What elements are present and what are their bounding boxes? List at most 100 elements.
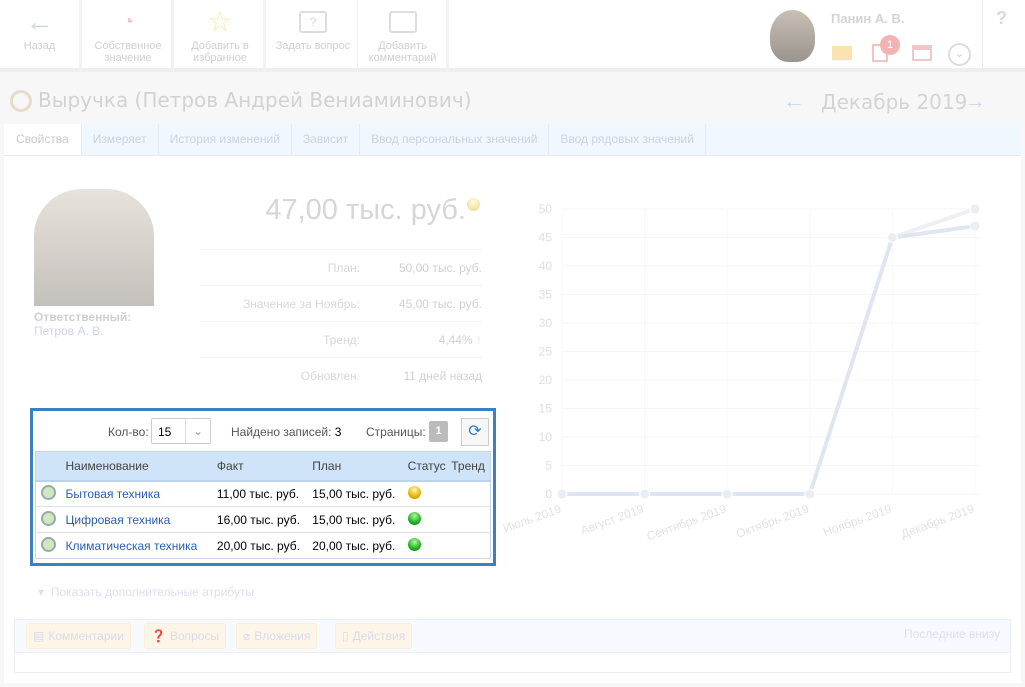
current-value: 47,00 тыс. руб.	[265, 194, 466, 226]
chevron-down-icon: ⌄	[185, 419, 210, 443]
row-link[interactable]: Бытовая техника	[66, 487, 161, 501]
y-tick-label: 30	[539, 316, 553, 330]
comment-icon: ▤	[33, 629, 45, 643]
comments-button[interactable]: ▤ Комментарии	[26, 623, 131, 649]
y-tick-label: 5	[545, 459, 552, 473]
refresh-icon[interactable]: ⟳	[461, 418, 489, 446]
col-fact[interactable]: Факт	[216, 451, 313, 482]
y-tick-label: 15	[539, 402, 553, 416]
responsible-link[interactable]: Петров А. В.	[34, 324, 103, 338]
tab-history[interactable]: История изменений	[159, 124, 292, 155]
data-point	[556, 488, 568, 500]
status-yellow-icon	[467, 198, 480, 211]
page-1-button[interactable]: 1	[429, 421, 448, 442]
triangle-down-icon: ▾	[38, 585, 45, 599]
data-point	[804, 488, 816, 500]
data-point	[969, 203, 981, 215]
show-more-attributes[interactable]: ▾ Показать дополнительные атрибуты	[38, 585, 254, 599]
page-size-select[interactable]: 15 ⌄	[151, 418, 211, 444]
info-row-updated: Обновлен: 11 дней назад	[200, 357, 482, 393]
sub-kpi-table: Наименование Факт План Статус Тренд Бытовая …	[35, 451, 491, 559]
help-button[interactable]: ?	[996, 8, 1007, 29]
ask-question-button[interactable]: ? Задать вопрос	[269, 0, 358, 72]
responsible-label: Ответственный:	[34, 310, 132, 324]
info-row-plan: План: 50,00 тыс. руб.	[200, 249, 482, 285]
calendar-icon[interactable]	[912, 45, 932, 61]
y-tick-label: 45	[539, 231, 553, 245]
status-green-icon	[407, 506, 452, 533]
data-point	[639, 488, 651, 500]
y-tick-label: 20	[539, 373, 553, 387]
trend-up-icon: ↑	[476, 332, 482, 347]
col-status[interactable]: Статус	[407, 451, 452, 482]
data-point	[886, 232, 898, 243]
kpi-icon	[41, 536, 56, 552]
y-tick-label: 10	[539, 430, 553, 444]
prev-period-button[interactable]: ←	[783, 88, 805, 114]
tab-row-input[interactable]: Ввод рядовых значений	[549, 124, 706, 155]
info-row-prev: Значение за Ноябрь: 45,00 тыс. руб.	[200, 285, 482, 321]
question-bubble-icon: ?	[269, 8, 357, 36]
questions-button[interactable]: ❓ Вопросы	[144, 623, 227, 649]
table-header: Наименование Факт План Статус Тренд	[35, 451, 491, 482]
info-row-trend: Тренд: 4,44% ↑	[200, 321, 482, 357]
arrow-left-icon: ←	[25, 6, 54, 37]
kpi-icon	[41, 484, 56, 500]
history-chart: 0 5 10 15 20 25 30 35 40 45 50 Июль 2019 Август 2019…	[501, 202, 981, 544]
found-count: Найдено записей: 3	[231, 425, 342, 439]
table-row: Климатическая техника 20,00 тыс. руб. 20,0…	[35, 532, 491, 559]
tab-measures[interactable]: Измеряет	[82, 124, 159, 155]
star-icon: ☆	[207, 6, 233, 37]
y-tick-label: 50	[539, 202, 553, 216]
x-tick-label: Август 2019	[579, 502, 646, 538]
tab-personal-input[interactable]: Ввод персональных значений	[360, 124, 550, 155]
notification-badge: 1	[880, 35, 900, 55]
sort-order-toggle[interactable]: Последние внизу	[904, 627, 1000, 641]
col-trend[interactable]: Тренд	[451, 451, 491, 482]
row-link[interactable]: Цифровая техника	[66, 513, 171, 527]
user-avatar[interactable]	[770, 10, 815, 62]
tab-depends[interactable]: Зависит	[292, 124, 361, 155]
tab-bar: Свойства Измеряет История изменений Зави…	[4, 124, 1021, 156]
back-button[interactable]: ← Назад	[0, 0, 82, 72]
data-point	[721, 488, 733, 500]
kpi-icon	[41, 510, 56, 526]
data-point	[969, 220, 981, 232]
divider	[982, 0, 983, 72]
actions-button[interactable]: ▯ Действия	[335, 623, 413, 649]
y-tick-label: 35	[539, 288, 553, 302]
y-tick-label: 25	[539, 345, 553, 359]
chevron-down-icon[interactable]: ⌄	[948, 43, 971, 66]
user-name[interactable]: Панин А. В.	[831, 11, 905, 26]
attachments-button[interactable]: ⌀ Вложения	[236, 623, 318, 649]
favorite-button[interactable]: ☆ Добавить в избранное	[177, 0, 266, 72]
responsible-photo	[34, 189, 154, 306]
document-icon: ▯	[342, 629, 349, 643]
count-label: Кол-во:	[108, 425, 149, 439]
table-row: Бытовая техника 11,00 тыс. руб. 15,00 тыс.…	[35, 480, 491, 507]
status-yellow-icon	[407, 480, 452, 507]
y-tick-label: 40	[539, 259, 553, 273]
question-icon: ❓	[151, 629, 166, 643]
status-green-icon	[407, 532, 452, 559]
page-title: Выручка (Петров Андрей Вениаминович)	[38, 88, 472, 112]
col-plan[interactable]: План	[312, 451, 408, 482]
paperclip-icon: ⌀	[243, 629, 251, 643]
next-period-button[interactable]: →	[964, 88, 986, 114]
col-name[interactable]: Наименование	[65, 451, 217, 482]
comment-icon	[359, 8, 446, 36]
x-tick-label: Июль 2019	[501, 502, 563, 536]
own-value-button[interactable]: ◔ Собственное значение	[85, 0, 174, 72]
tab-properties[interactable]: Свойства	[4, 124, 82, 155]
mail-icon[interactable]	[832, 46, 852, 60]
gauge-users-icon: ◔	[121, 11, 135, 33]
pages-label: Страницы:	[366, 425, 426, 439]
kpi-icon	[10, 90, 32, 112]
x-tick-label: Декабрь 2019	[899, 502, 976, 542]
y-tick-label: 0	[545, 487, 552, 501]
row-link[interactable]: Климатическая техника	[66, 539, 198, 553]
x-tick-label: Сентябрь 2019	[645, 502, 729, 544]
period-label: Декабрь 2019	[821, 90, 968, 114]
add-comment-button[interactable]: Добавить комментарий	[359, 0, 449, 72]
table-row: Цифровая техника 16,00 тыс. руб. 15,00 тыс…	[35, 506, 491, 533]
